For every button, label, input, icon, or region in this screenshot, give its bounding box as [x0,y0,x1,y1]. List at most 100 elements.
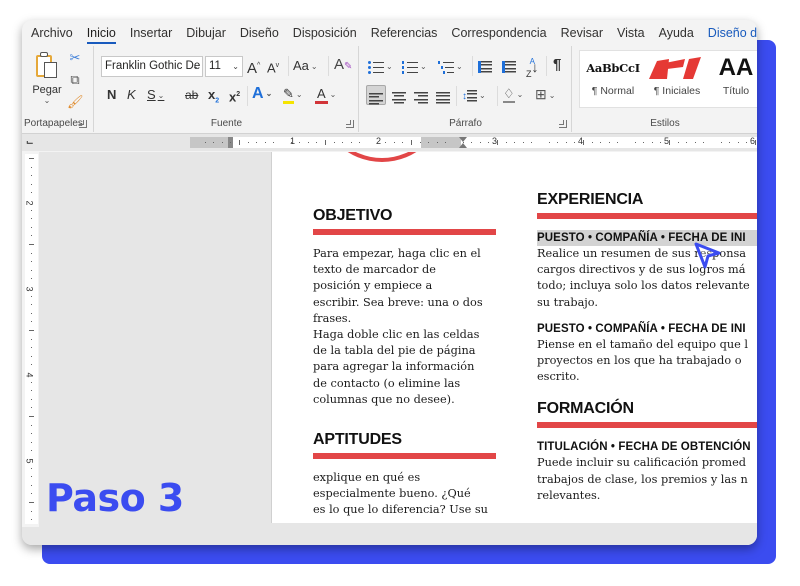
experiencia-heading: EXPERIENCIA [537,191,644,208]
formacion-heading: FORMACIÓN [537,400,634,418]
font-color-button[interactable]: A ⌄ [315,85,336,104]
ruler-tick [350,142,352,143]
ruler-tick [213,142,215,143]
tab-correspondencia[interactable]: Correspondencia [451,20,546,46]
highlight-button[interactable]: ✎ ⌄ [283,85,303,104]
tab-stop-selector[interactable]: ⌙ [26,137,37,148]
justify-button[interactable] [436,88,450,106]
borders-button[interactable]: ⊞ ⌄ [535,85,555,105]
styles-gallery: AaBbCcI ¶ Normal ¶ Iniciales AA Título [579,50,757,108]
job1-description[interactable]: Realice un resumen de sus responsa cargo… [537,246,757,311]
tab-inicio[interactable]: Inicio [86,20,117,46]
paste-button[interactable]: Pegar ⌄ [32,52,62,105]
tab-referencias[interactable]: Referencias [371,20,438,46]
decrease-indent-button[interactable] [478,57,492,75]
tab-ayuda[interactable]: Ayuda [659,20,694,46]
ruler-tick [497,140,498,145]
heading-rule [313,453,496,460]
ruler-tick [479,142,481,143]
aptitudes-text[interactable]: explique en qué es especialmente bueno. … [313,470,496,519]
dialog-launcher-icon[interactable] [559,120,567,128]
text-effects-icon: A [252,85,264,103]
ruler-tick [557,142,559,143]
clear-formatting-button[interactable]: A✎ [334,56,352,76]
tab-archivo[interactable]: Archivo [31,20,73,46]
dialog-launcher-icon[interactable] [79,120,87,128]
style-titulo[interactable]: AA Título [708,51,757,109]
font-name-select[interactable]: Franklin Gothic De ⌄ [101,56,203,77]
bold-button[interactable]: N [107,86,116,104]
ruler-tick [514,142,516,143]
grow-font-icon: A [247,60,258,77]
format-painter-icon[interactable]: 🖌 [67,94,84,110]
grow-font-button[interactable]: A^ [247,57,260,78]
numbering-button[interactable]: ⌄ [402,57,427,76]
job-title-selected[interactable]: PUESTO • COMPAÑÍA • FECHA DE INI [537,230,757,246]
sort-button[interactable]: A Z↓ [526,56,539,79]
job2-description[interactable]: Piense en el tamaño del equipo que l pro… [537,337,757,386]
change-case-button[interactable]: Aa ⌄ [293,57,318,76]
ruler-tick [746,142,748,143]
dialog-launcher-icon[interactable] [346,120,354,128]
shrink-font-button[interactable]: Av [267,57,279,77]
increase-indent-icon [502,60,516,73]
ruler-tick [720,142,722,143]
heading-rule [537,213,757,219]
ribbon: Pegar ⌄ ✂ ⧉ 🖌 Portapapeles Franklin Goth… [22,46,757,132]
ruler-tick [548,142,550,143]
superscript-button[interactable]: x2 [229,86,240,106]
strikethrough-button[interactable]: ab [185,86,198,104]
job-title[interactable]: PUESTO • COMPAÑÍA • FECHA DE INI [537,321,757,337]
style-normal[interactable]: AaBbCcI ¶ Normal [580,51,646,109]
tab-disposicion[interactable]: Disposición [293,20,357,46]
increase-indent-button[interactable] [502,57,516,75]
vertical-ruler[interactable]: 2 3 4 5 [25,154,38,524]
font-size-select[interactable]: 11 ⌄ [205,56,243,77]
ruler-tick [325,140,326,145]
tab-vista[interactable]: Vista [617,20,645,46]
horizontal-ruler[interactable]: 1 2 3 4 5 6 [190,136,757,148]
tab-diseno[interactable]: Diseño [240,20,279,46]
show-marks-button[interactable]: ¶ [553,56,561,74]
style-iniciales[interactable]: ¶ Iniciales [646,51,708,109]
objetivo-heading: OBJETIVO [313,207,393,224]
ruler-tick [591,142,593,143]
ruler-tick [565,142,567,143]
ruler-tick [342,142,344,143]
tab-insertar[interactable]: Insertar [130,20,172,46]
divider [288,56,289,76]
numbering-icon [402,60,418,74]
tab-diseno-tabla[interactable]: Diseño d [708,20,757,46]
ruler-tick [307,142,309,143]
align-left-icon [369,92,383,105]
underline-button[interactable]: S ⌄ [147,86,164,105]
subscript-button[interactable]: x2 [208,86,219,111]
tab-dibujar[interactable]: Dibujar [186,20,226,46]
cut-icon[interactable]: ✂ [67,50,83,66]
text-line: frases. [313,311,352,325]
bullets-button[interactable]: ⌄ [368,57,393,76]
ruler-tick [221,142,223,143]
align-right-button[interactable] [414,88,428,106]
shading-button[interactable]: ♢ ⌄ [503,85,523,104]
align-left-button[interactable] [366,85,386,105]
education-title[interactable]: TITULACIÓN • FECHA DE OBTENCIÓN [537,439,757,455]
ruler-tick [29,502,34,503]
group-font: Franklin Gothic De ⌄ 11 ⌄ A^ Av Aa ⌄ A✎ N… [95,46,359,132]
text-effects-button[interactable]: A ⌄ [252,85,272,103]
chevron-down-icon[interactable]: ⌄ [32,96,62,105]
multilevel-list-button[interactable]: ⌄ [438,57,463,76]
ruler-tick [29,330,34,331]
text-line: columnas que no desee). [313,392,455,406]
align-center-button[interactable] [392,88,406,106]
objetivo-text[interactable]: Para empezar, haga clic en el texto de m… [313,246,496,408]
line-spacing-button[interactable]: ↕ ⌄ [462,86,486,106]
ruler-tick [31,407,32,409]
ruler-tick [574,142,576,143]
copy-icon[interactable]: ⧉ [67,72,83,88]
tab-revisar[interactable]: Revisar [561,20,603,46]
italic-button[interactable]: K [127,86,136,104]
clear-formatting-icon: A✎ [334,56,353,73]
education-description[interactable]: Puede incluir su calificación promed tra… [537,455,757,504]
document-page[interactable]: OBJETIVO Para empezar, haga clic en el t… [271,152,757,523]
